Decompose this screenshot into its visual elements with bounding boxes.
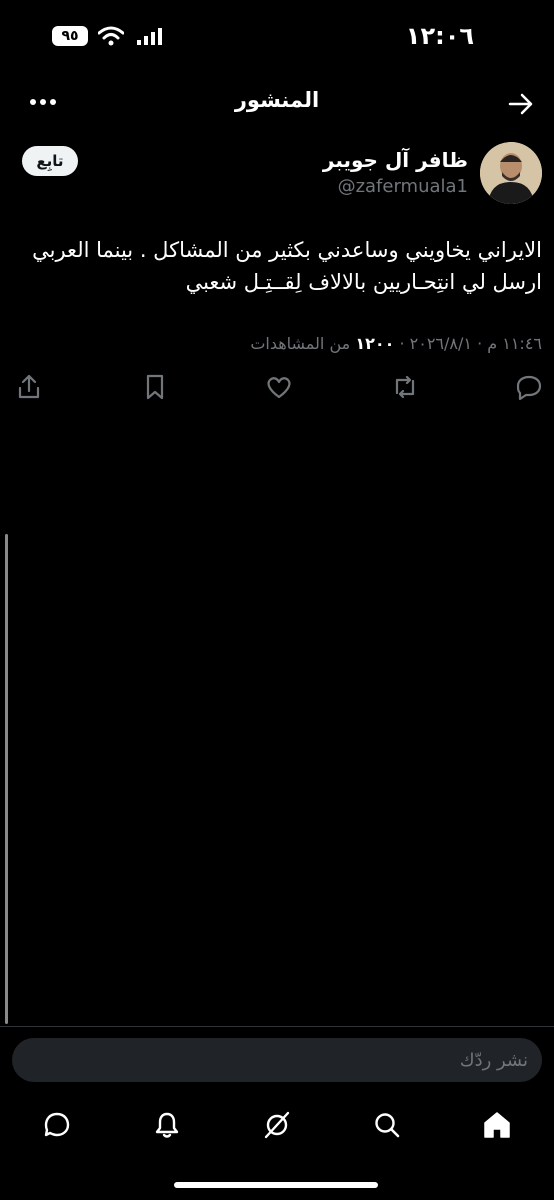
follow-button[interactable]: تابِع (22, 146, 78, 176)
repost-icon[interactable] (390, 372, 420, 402)
scrollbar[interactable] (5, 534, 8, 1024)
page-title: المنشور (234, 88, 320, 112)
divider (0, 1026, 554, 1027)
home-icon[interactable] (482, 1110, 512, 1140)
views-label: من المشاهدات (250, 334, 351, 353)
home-indicator[interactable] (174, 1182, 378, 1188)
views-count: ١٢٠٠ (355, 334, 395, 353)
wifi-icon (98, 26, 124, 46)
reply-placeholder: نشر ردّك (459, 1050, 528, 1071)
author-handle[interactable]: @zafermuala1 (338, 176, 468, 197)
post-timestamp: ١١:٤٦ م · ٢٠٢٦/٨/١ · (399, 334, 542, 353)
reply-input[interactable]: نشر ردّك (12, 1038, 542, 1082)
avatar[interactable] (480, 142, 542, 204)
reply-icon[interactable] (514, 372, 544, 402)
post-meta: ١١:٤٦ م · ٢٠٢٦/٨/١ · ١٢٠٠ من المشاهدات (250, 334, 542, 353)
grok-icon[interactable] (262, 1110, 292, 1140)
post-text: الايراني يخاويني وساعدني بكثير من المشاك… (32, 238, 542, 294)
author-name[interactable]: ظافر آل جويبر (323, 148, 468, 172)
post-actions (0, 372, 554, 406)
bottom-nav (0, 1106, 554, 1146)
messages-icon[interactable] (42, 1110, 72, 1140)
signal-icon (137, 28, 162, 45)
bookmark-icon[interactable] (140, 372, 170, 402)
share-icon[interactable] (14, 372, 44, 402)
status-time: ١٢:٠٦ (405, 22, 474, 50)
search-icon[interactable] (372, 1110, 402, 1140)
notifications-icon[interactable] (152, 1110, 182, 1140)
battery-indicator: ٩٥ (52, 26, 88, 46)
back-icon[interactable] (508, 92, 534, 116)
like-icon[interactable] (264, 372, 294, 402)
